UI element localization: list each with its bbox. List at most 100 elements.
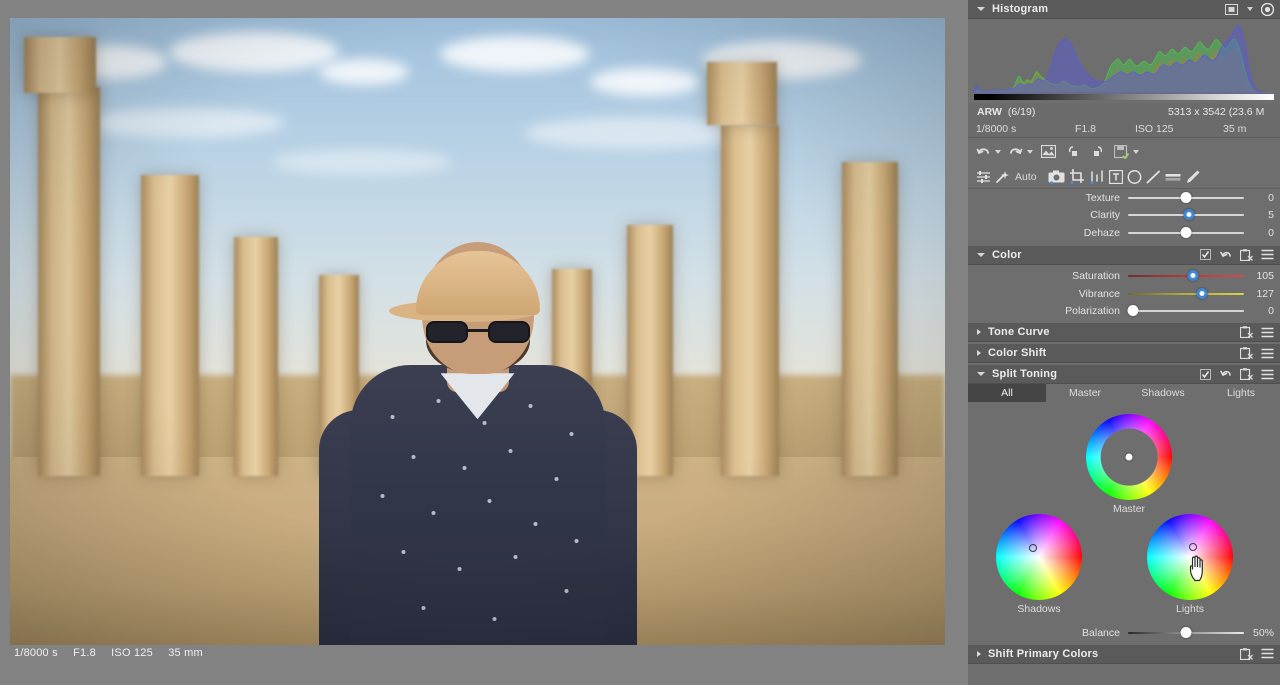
color-slider-row[interactable]: Saturation 105 [968,268,1280,286]
balance-track[interactable] [1128,626,1244,639]
photo-canvas[interactable] [10,18,945,645]
checkbox-checked-icon[interactable] [1200,368,1211,380]
tone-curve-section-header[interactable]: Tone Curve [968,323,1280,342]
balance-knob[interactable] [1180,626,1192,638]
polarization-label: Polarization [1065,305,1120,318]
texture-knob[interactable] [1180,191,1192,203]
dehaze-knob[interactable] [1180,226,1192,238]
collapse-triangle-icon[interactable] [977,372,985,376]
clarity-track[interactable] [1128,209,1244,221]
hamburger-menu-icon[interactable] [1261,648,1274,659]
auto-button[interactable]: Auto [1015,171,1037,183]
lights-wheel-marker[interactable] [1188,542,1197,551]
detail-slider-row[interactable]: Clarity 5 [968,207,1280,225]
magic-wand-icon[interactable] [995,170,1010,184]
shift-primary-colors-section-header[interactable]: Shift Primary Colors [968,644,1280,664]
split-toning-section-header[interactable]: Split Toning [968,365,1280,384]
color-slider-row[interactable]: Vibrance 127 [968,285,1280,303]
gradient-icon[interactable] [1165,171,1181,183]
paste-settings-icon[interactable] [1087,145,1103,159]
chevron-down-icon[interactable] [1247,7,1253,11]
undo-icon[interactable] [976,145,991,159]
tab-lights[interactable]: Lights [1202,384,1280,402]
undo-dropdown-chevron-down-icon[interactable] [995,149,1001,154]
master-wheel-marker[interactable] [1125,453,1133,461]
balance-slider-row[interactable]: Balance 50% [968,624,1280,642]
balance-label: Balance [1082,626,1120,639]
ellipse-icon[interactable] [1127,169,1142,184]
hamburger-menu-icon[interactable] [1261,348,1274,359]
color-slider-row[interactable]: Polarization 0 [968,303,1280,321]
camera-icon[interactable] [1048,170,1065,184]
clarity-value: 5 [1268,209,1274,222]
hamburger-menu-icon[interactable] [1261,327,1274,338]
polarization-track[interactable] [1127,305,1244,317]
stone-column [720,124,779,476]
saturation-track[interactable] [1128,270,1244,282]
vibrance-knob[interactable] [1196,287,1208,299]
color-shift-section-header[interactable]: Color Shift [968,344,1280,363]
saturation-value: 105 [1256,270,1274,283]
detail-slider-row[interactable]: Dehaze 0 [968,224,1280,242]
shift-primary-colors-title: Shift Primary Colors [988,647,1099,660]
clipboard-x-icon[interactable] [1240,647,1253,660]
clipboard-x-icon[interactable] [1240,347,1253,359]
image-dimensions: 5313 x 3542 (23.6 M [1168,105,1265,118]
image-icon[interactable] [1041,145,1056,158]
tab-all[interactable]: All [968,384,1046,402]
levels-icon[interactable] [1089,169,1105,184]
master-wheel-group[interactable]: Master [1086,414,1172,515]
text-icon[interactable] [1108,169,1123,184]
vibrance-track[interactable] [1128,287,1244,300]
tab-shadows[interactable]: Shadows [1124,384,1202,402]
copy-settings-icon[interactable] [1068,145,1084,159]
histogram-section-header[interactable]: Histogram [968,0,1280,19]
texture-track[interactable] [1128,191,1244,204]
photo-editor-window: 1/8000 s F1.8 ISO 125 35 mm Histogram AR… [0,0,1280,685]
exif-shutter: 1/8000 s [976,122,1017,135]
reset-arrow-icon[interactable] [1219,368,1232,380]
save-icon[interactable] [1114,144,1129,159]
saturation-knob[interactable] [1187,270,1199,282]
redo-icon[interactable] [1008,145,1023,159]
file-type: ARW [977,105,1002,118]
expand-triangle-icon[interactable] [977,329,981,335]
rectangle-icon[interactable] [1225,3,1238,15]
expand-triangle-icon[interactable] [977,650,981,657]
shadows-color-wheel[interactable] [996,514,1082,600]
collapse-triangle-icon[interactable] [977,7,985,11]
tab-master[interactable]: Master [1046,384,1124,402]
exif-iso: ISO 125 [1135,122,1174,135]
detail-slider-row[interactable]: Texture 0 [968,189,1280,207]
clipboard-x-icon[interactable] [1240,326,1253,338]
save-dropdown-chevron-down-icon[interactable] [1133,149,1139,154]
polarization-knob[interactable] [1127,305,1139,317]
hamburger-menu-icon[interactable] [1261,249,1274,260]
dehaze-track[interactable] [1128,226,1244,239]
reset-arrow-icon[interactable] [1219,249,1232,261]
target-circle-icon[interactable] [1261,2,1274,16]
image-viewer[interactable]: 1/8000 s F1.8 ISO 125 35 mm [0,0,968,685]
expand-triangle-icon[interactable] [977,350,981,356]
master-color-wheel[interactable] [1086,414,1172,500]
brush-icon[interactable] [1185,169,1201,184]
hamburger-menu-icon[interactable] [1261,369,1274,380]
shadows-wheel-marker[interactable] [1028,544,1037,553]
redo-dropdown-chevron-down-icon[interactable] [1027,149,1033,154]
clipboard-x-icon[interactable] [1240,368,1253,380]
stone-column [24,36,97,94]
sliders-icon[interactable] [976,170,991,184]
collapse-triangle-icon[interactable] [977,252,985,257]
crop-icon[interactable] [1069,169,1085,184]
exif-info-row: 1/8000 s F1.8 ISO 125 35 m [968,120,1280,137]
checkbox-checked-icon[interactable] [1200,249,1211,260]
clarity-knob[interactable] [1183,209,1195,221]
clipboard-x-icon[interactable] [1240,248,1253,261]
shadows-wheel-group[interactable]: Shadows [996,514,1082,615]
line-icon[interactable] [1146,170,1161,184]
color-section-header[interactable]: Color [968,245,1280,265]
histogram-title: Histogram [992,3,1049,15]
status-shutter: 1/8000 s [14,647,58,659]
status-focal: 35 mm [168,647,203,659]
histogram-graph[interactable] [968,19,1280,103]
